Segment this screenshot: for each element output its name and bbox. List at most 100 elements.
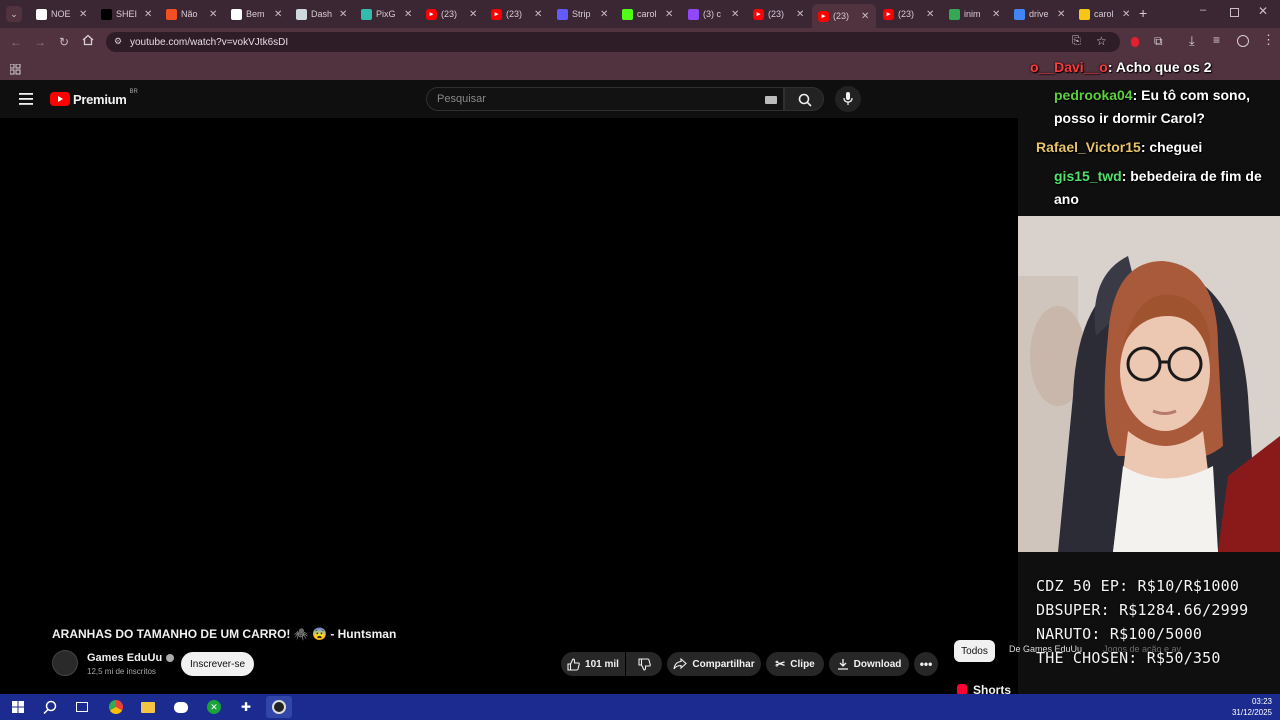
channel-name[interactable]: Games EduUu bbox=[87, 652, 175, 664]
tab-close-icon[interactable]: ✕ bbox=[665, 9, 675, 20]
like-count: 101 mil bbox=[585, 658, 619, 670]
tab-label: (23) bbox=[441, 9, 458, 19]
subscribe-button[interactable]: Inscrever-se bbox=[181, 652, 254, 676]
taskbar-clock[interactable]: 03:23 31/12/2025 bbox=[1228, 696, 1272, 718]
share-button[interactable]: Compartilhar bbox=[667, 652, 761, 676]
tab-close-icon[interactable]: ✕ bbox=[1057, 9, 1067, 20]
taskbar-chrome[interactable] bbox=[107, 698, 125, 716]
subscriber-count: 12,5 mi de inscritos bbox=[87, 667, 156, 676]
browser-toolbar: ← → ↻ ⚙ youtube.com/watch?v=vokVJtk6sDI … bbox=[0, 28, 1280, 56]
tab-close-icon[interactable]: ✕ bbox=[1122, 9, 1132, 20]
browser-tab[interactable]: NOE ✕ bbox=[30, 3, 94, 25]
clip-button[interactable]: ✂ Clipe bbox=[766, 652, 824, 676]
microphone-icon bbox=[843, 92, 853, 105]
tab-favicon-icon bbox=[166, 8, 177, 20]
more-actions-button[interactable]: ••• bbox=[914, 652, 938, 676]
browser-tab[interactable]: ▸ (23) ✕ bbox=[747, 3, 811, 25]
close-window-button[interactable]: ✕ bbox=[1258, 4, 1272, 20]
tab-close-icon[interactable]: ✕ bbox=[144, 9, 154, 20]
browser-tab[interactable]: drive ✕ bbox=[1008, 3, 1072, 25]
clock-date: 31/12/2025 bbox=[1231, 708, 1272, 717]
like-button[interactable]: 101 mil bbox=[561, 652, 625, 676]
forward-button[interactable]: → bbox=[32, 34, 48, 50]
new-tab-button[interactable]: + bbox=[1139, 5, 1153, 21]
dislike-button[interactable] bbox=[626, 652, 662, 676]
task-view-button[interactable] bbox=[73, 698, 91, 716]
obs-icon bbox=[272, 700, 286, 714]
reload-button[interactable]: ↻ bbox=[56, 34, 72, 50]
youtube-play-icon bbox=[50, 92, 70, 106]
taskbar-file-explorer[interactable] bbox=[139, 698, 157, 716]
browser-tab[interactable]: Dash ✕ bbox=[290, 3, 354, 25]
cast-icon[interactable]: ⎘ bbox=[1072, 35, 1081, 48]
start-button[interactable] bbox=[9, 698, 27, 716]
taskbar-search-button[interactable] bbox=[41, 698, 59, 716]
taskbar-obs[interactable] bbox=[266, 696, 292, 718]
donation-goal: CDZ 50 EP: R$10/R$1000 bbox=[1036, 577, 1240, 595]
tab-label: (23) bbox=[833, 11, 850, 21]
profile-icon[interactable] bbox=[1237, 35, 1249, 47]
back-button[interactable]: ← bbox=[8, 34, 24, 50]
voice-search-button[interactable] bbox=[835, 86, 861, 112]
tab-label: PixG bbox=[376, 9, 396, 19]
keyboard-icon[interactable] bbox=[765, 96, 777, 104]
bookmark-star-icon[interactable]: ☆ bbox=[1096, 34, 1107, 48]
browser-tab[interactable]: ▸ (23) ✕ bbox=[420, 3, 484, 25]
tab-close-icon[interactable]: ✕ bbox=[534, 9, 544, 20]
site-info-icon[interactable]: ⚙ bbox=[114, 36, 124, 48]
browser-tab[interactable]: Não ✕ bbox=[160, 3, 224, 25]
youtube-logo[interactable]: Premium BR bbox=[50, 89, 138, 107]
guide-menu-button[interactable] bbox=[19, 92, 33, 105]
search-input[interactable]: Pesquisar bbox=[426, 87, 784, 111]
media-controls-icon[interactable]: ≡ bbox=[1213, 33, 1220, 47]
address-bar[interactable]: ⚙ youtube.com/watch?v=vokVJtk6sDI ⎘ ☆ bbox=[106, 32, 1120, 52]
video-player[interactable] bbox=[0, 118, 1018, 698]
search-button[interactable] bbox=[784, 87, 824, 111]
thumbs-down-icon bbox=[637, 657, 651, 671]
tab-close-icon[interactable]: ✕ bbox=[731, 9, 741, 20]
record-extension-icon[interactable] bbox=[1131, 37, 1139, 47]
browser-tab[interactable]: ▸ (23) ✕ bbox=[877, 3, 941, 25]
browser-tab[interactable]: PixG ✕ bbox=[355, 3, 419, 25]
tab-close-icon[interactable]: ✕ bbox=[796, 9, 806, 20]
maximize-button[interactable] bbox=[1230, 8, 1239, 17]
browser-tab[interactable]: carol ✕ bbox=[616, 3, 680, 25]
minimize-button[interactable]: – bbox=[1200, 4, 1214, 20]
browser-menu-icon[interactable]: ⋮ bbox=[1262, 32, 1275, 48]
filter-chip-all[interactable]: Todos bbox=[954, 640, 995, 662]
downloads-icon[interactable]: ⤓ bbox=[1189, 33, 1195, 49]
extensions-icon[interactable]: ⧉ bbox=[1154, 34, 1163, 49]
tab-close-icon[interactable]: ✕ bbox=[926, 9, 936, 20]
tab-close-icon[interactable]: ✕ bbox=[339, 9, 349, 20]
browser-tab[interactable]: carol ✕ bbox=[1073, 3, 1137, 25]
channel-avatar[interactable] bbox=[52, 650, 78, 676]
tab-close-icon[interactable]: ✕ bbox=[600, 9, 610, 20]
tab-search-button[interactable]: ⌄ bbox=[6, 6, 22, 22]
download-button[interactable]: Download bbox=[829, 652, 909, 676]
browser-tab[interactable]: Strip ✕ bbox=[551, 3, 615, 25]
download-label: Download bbox=[853, 658, 902, 670]
browser-tab[interactable]: ▸ (23) ✕ bbox=[485, 3, 549, 25]
tab-close-icon[interactable]: ✕ bbox=[992, 9, 1002, 20]
browser-tab[interactable]: (3) c ✕ bbox=[682, 3, 746, 25]
tab-favicon-icon bbox=[36, 8, 47, 20]
tab-label: carol bbox=[637, 9, 657, 19]
tab-label: SHEI bbox=[116, 9, 138, 19]
apps-grid-icon[interactable] bbox=[9, 62, 21, 75]
tab-close-icon[interactable]: ✕ bbox=[861, 11, 871, 22]
tab-close-icon[interactable]: ✕ bbox=[209, 9, 219, 20]
tab-close-icon[interactable]: ✕ bbox=[469, 9, 479, 20]
streamer-webcam-image bbox=[1018, 216, 1280, 552]
taskbar-xbox[interactable]: ✕ bbox=[205, 698, 223, 716]
tab-close-icon[interactable]: ✕ bbox=[404, 9, 414, 20]
tab-close-icon[interactable]: ✕ bbox=[79, 9, 89, 20]
home-button[interactable] bbox=[80, 34, 96, 50]
taskbar-security[interactable]: ✚ bbox=[237, 698, 255, 716]
tab-close-icon[interactable]: ✕ bbox=[274, 9, 284, 20]
browser-tab[interactable]: ▸ (23) ✕ bbox=[812, 4, 876, 28]
browser-tab[interactable]: SHEI ✕ bbox=[95, 3, 159, 25]
browser-tab[interactable]: inim ✕ bbox=[943, 3, 1007, 25]
browser-tab[interactable]: Bem ✕ bbox=[225, 3, 289, 25]
taskbar-discord[interactable] bbox=[172, 698, 190, 716]
task-view-icon bbox=[76, 702, 88, 712]
